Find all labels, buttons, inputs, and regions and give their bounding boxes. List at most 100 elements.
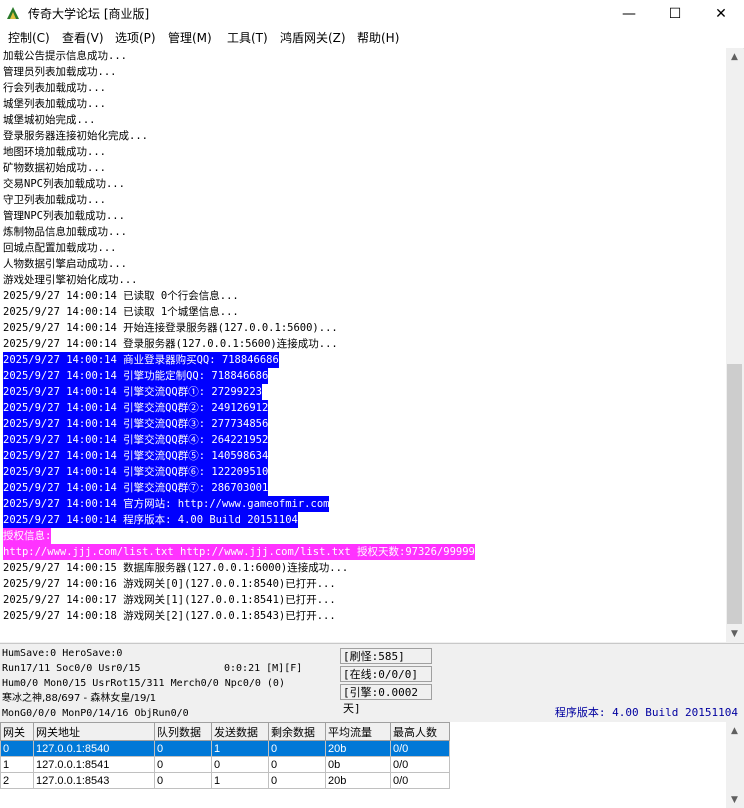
cell: 0 bbox=[268, 772, 326, 789]
cell: 0/0 bbox=[390, 756, 450, 773]
status-timer: 0:0:21 [M][F] bbox=[224, 663, 303, 674]
col-avg-flow[interactable]: 平均流量 bbox=[325, 722, 391, 741]
log-line: 2025/9/27 14:00:14 引擎交流QQ群⑤: 140598634 bbox=[3, 448, 269, 464]
log-line: 炼制物品信息加载成功... bbox=[3, 226, 127, 238]
log-line: 2025/9/27 14:00:17 游戏网关[1](127.0.0.1:854… bbox=[3, 594, 336, 606]
log-line: 2025/9/27 14:00:14 商业登录器购买QQ: 718846686 bbox=[3, 352, 279, 368]
scroll-up-icon[interactable]: ▲ bbox=[726, 48, 743, 65]
log-line: 人物数据引擎启动成功... bbox=[3, 258, 127, 270]
status-run: Run17/11 Soc0/0 Usr0/15 bbox=[2, 663, 141, 674]
log-line: 2025/9/27 14:00:14 引擎交流QQ群④: 264221952 bbox=[3, 432, 269, 448]
scroll-down-icon[interactable]: ▼ bbox=[726, 791, 743, 808]
log-line: 加载公告提示信息成功... bbox=[3, 50, 127, 62]
log-line: 2025/9/27 14:00:18 游戏网关[2](127.0.0.1:854… bbox=[3, 610, 336, 622]
menu-help[interactable]: 帮助(H) bbox=[357, 29, 399, 46]
log-line: 管理员列表加载成功... bbox=[3, 66, 117, 78]
app-icon bbox=[7, 7, 19, 19]
log-line: 登录服务器连接初始化完成... bbox=[3, 130, 148, 142]
grid-header-row: 网关 网关地址 队列数据 发送数据 剩余数据 平均流量 最高人数 bbox=[0, 722, 450, 741]
maximize-button[interactable]: ☐ bbox=[652, 0, 698, 27]
log-line: 2025/9/27 14:00:14 已读取 0个行会信息... bbox=[3, 290, 239, 302]
refresh-monster-box: [刷怪:585] bbox=[340, 648, 432, 664]
log-line: 游戏处理引擎初始化成功... bbox=[3, 274, 138, 286]
gateway-grid[interactable]: 网关 网关地址 队列数据 发送数据 剩余数据 平均流量 最高人数 0 127.0… bbox=[0, 722, 726, 808]
table-row[interactable]: 0 127.0.0.1:8540 0 1 0 20b 0/0 bbox=[0, 740, 450, 757]
cell: 0 bbox=[154, 772, 212, 789]
log-line: 2025/9/27 14:00:14 程序版本: 4.00 Build 2015… bbox=[3, 512, 298, 528]
cell: 0 bbox=[268, 756, 326, 773]
col-gateway[interactable]: 网关 bbox=[0, 722, 34, 741]
scroll-down-icon[interactable]: ▼ bbox=[726, 625, 743, 642]
table-row[interactable]: 2 127.0.0.1:8543 0 1 0 20b 0/0 bbox=[0, 772, 450, 789]
col-address[interactable]: 网关地址 bbox=[33, 722, 155, 741]
log-line: 城堡列表加载成功... bbox=[3, 98, 106, 110]
log-line: 2025/9/27 14:00:14 引擎交流QQ群②: 249126912 bbox=[3, 400, 269, 416]
cell: 1 bbox=[211, 740, 269, 757]
menu-manage[interactable]: 管理(M) bbox=[168, 29, 212, 46]
status-monsters: MonG0/0/0 MonP0/14/16 ObjRun0/0 bbox=[2, 708, 189, 719]
log-line: 地图环境加载成功... bbox=[3, 146, 106, 158]
window-title: 传奇大学论坛 [商业版] bbox=[28, 7, 150, 21]
log-line: 管理NPC列表加载成功... bbox=[3, 210, 125, 222]
status-panel: HumSave:0 HeroSave:0 Run17/11 Soc0/0 Usr… bbox=[0, 643, 744, 722]
title-bar[interactable]: 传奇大学论坛 [商业版] — ☐ ✕ bbox=[0, 0, 744, 27]
log-line: 矿物数据初始成功... bbox=[3, 162, 106, 174]
cell: 0/0 bbox=[390, 772, 450, 789]
menu-bar: 控制(C) 查看(V) 选项(P) 管理(M) 工具(T) 鸿盾网关(Z) 帮助… bbox=[0, 27, 744, 49]
cell: 20b bbox=[325, 772, 391, 789]
col-sent[interactable]: 发送数据 bbox=[211, 722, 269, 741]
cell: 20b bbox=[325, 740, 391, 757]
cell: 0/0 bbox=[390, 740, 450, 757]
log-line: 2025/9/27 14:00:14 引擎交流QQ群⑦: 286703001 bbox=[3, 480, 269, 496]
cell: 127.0.0.1:8540 bbox=[33, 740, 155, 757]
col-max-users[interactable]: 最高人数 bbox=[390, 722, 450, 741]
close-button[interactable]: ✕ bbox=[698, 0, 744, 27]
log-line: 2025/9/27 14:00:14 登录服务器(127.0.0.1:5600)… bbox=[3, 338, 338, 350]
cell: 0b bbox=[325, 756, 391, 773]
menu-view[interactable]: 查看(V) bbox=[62, 29, 104, 46]
status-save: HumSave:0 HeroSave:0 bbox=[2, 648, 123, 659]
col-queue[interactable]: 队列数据 bbox=[154, 722, 212, 741]
scroll-up-icon[interactable]: ▲ bbox=[726, 722, 743, 739]
cell: 1 bbox=[211, 772, 269, 789]
cell: 127.0.0.1:8541 bbox=[33, 756, 155, 773]
cell: 127.0.0.1:8543 bbox=[33, 772, 155, 789]
cell: 0 bbox=[154, 740, 212, 757]
log-line: 2025/9/27 14:00:16 游戏网关[0](127.0.0.1:854… bbox=[3, 578, 336, 590]
cell: 0 bbox=[154, 756, 212, 773]
col-remain[interactable]: 剩余数据 bbox=[268, 722, 326, 741]
cell: 2 bbox=[0, 772, 34, 789]
grid-scrollbar[interactable]: ▲ ▼ bbox=[726, 722, 743, 808]
log-line: 2025/9/27 14:00:14 引擎交流QQ群⑥: 122209510 bbox=[3, 464, 269, 480]
log-line: 行会列表加载成功... bbox=[3, 82, 106, 94]
menu-tools[interactable]: 工具(T) bbox=[227, 29, 268, 46]
log-scrollbar[interactable]: ▲ ▼ bbox=[726, 48, 743, 642]
log-line: 2025/9/27 14:00:14 官方网站: http://www.game… bbox=[3, 496, 330, 512]
minimize-button[interactable]: — bbox=[606, 0, 652, 27]
menu-gateway[interactable]: 鸿盾网关(Z) bbox=[280, 29, 346, 46]
log-line: http://www.jjj.com/list.txt http://www.j… bbox=[3, 544, 475, 560]
log-output[interactable]: 加载公告提示信息成功... 管理员列表加载成功... 行会列表加载成功... 城堡列表… bbox=[0, 48, 726, 642]
log-line: 交易NPC列表加载成功... bbox=[3, 178, 125, 190]
log-line: 2025/9/27 14:00:15 数据库服务器(127.0.0.1:6000… bbox=[3, 562, 349, 574]
log-line: 2025/9/27 14:00:14 引擎交流QQ群③: 277734856 bbox=[3, 416, 269, 432]
log-line: 城堡城初始完成... bbox=[3, 114, 96, 126]
status-boss: 寒冰之神,88/697 - 森林女皇/19/1 bbox=[2, 693, 157, 704]
cell: 0 bbox=[0, 740, 34, 757]
log-line: 2025/9/27 14:00:14 已读取 1个城堡信息... bbox=[3, 306, 239, 318]
log-line: 2025/9/27 14:00:14 引擎功能定制QQ: 718846686 bbox=[3, 368, 269, 384]
status-counts: Hum0/0 Mon0/15 UsrRot15/311 Merch0/0 Npc… bbox=[2, 678, 285, 689]
cell: 1 bbox=[0, 756, 34, 773]
scroll-thumb[interactable] bbox=[727, 364, 742, 624]
table-row[interactable]: 1 127.0.0.1:8541 0 0 0 0b 0/0 bbox=[0, 756, 450, 773]
menu-control[interactable]: 控制(C) bbox=[8, 29, 50, 46]
version-label: 程序版本: 4.00 Build 20151104 bbox=[554, 706, 738, 719]
log-line: 2025/9/27 14:00:14 开始连接登录服务器(127.0.0.1:5… bbox=[3, 322, 338, 334]
log-line: 守卫列表加载成功... bbox=[3, 194, 106, 206]
cell: 0 bbox=[268, 740, 326, 757]
engine-box: [引擎:0.0002天] bbox=[340, 684, 432, 715]
menu-options[interactable]: 选项(P) bbox=[115, 29, 156, 46]
log-line: 2025/9/27 14:00:14 引擎交流QQ群①: 27299223 bbox=[3, 384, 262, 400]
log-line: 授权信息: bbox=[3, 528, 52, 544]
online-box: [在线:0/0/0] bbox=[340, 666, 432, 682]
